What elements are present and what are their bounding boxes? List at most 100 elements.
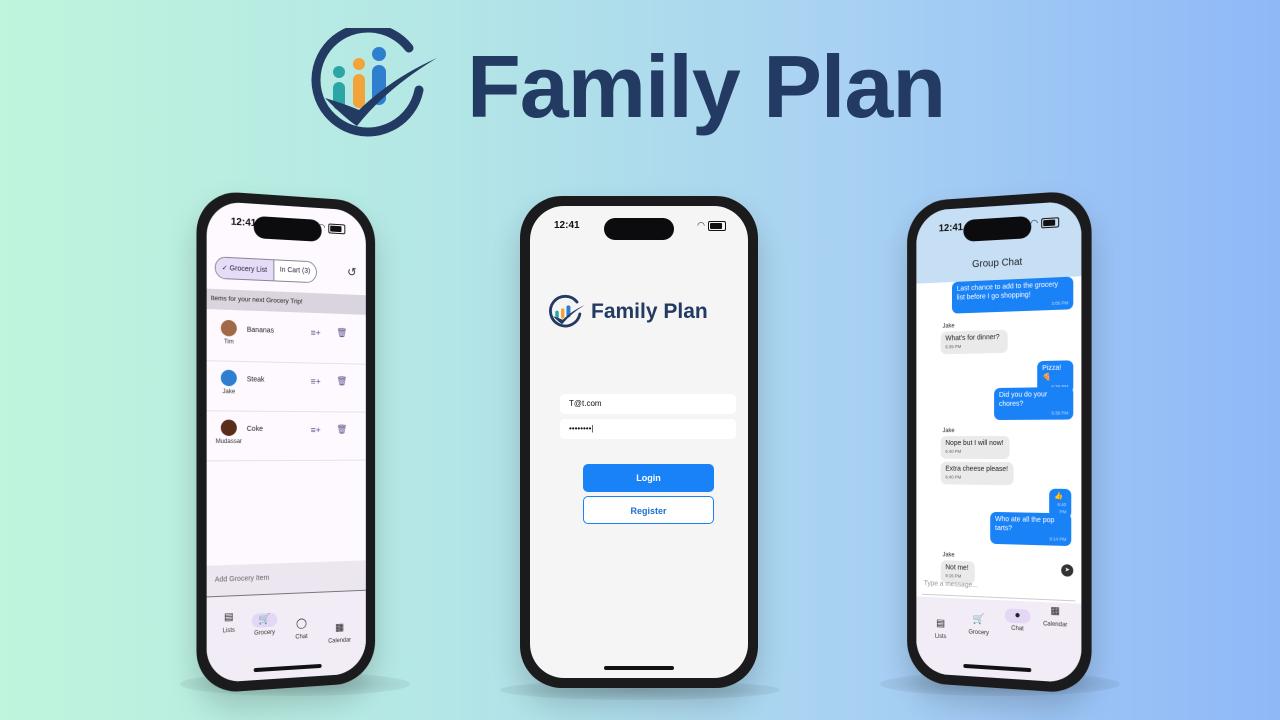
- nav-label: Lists: [934, 633, 947, 641]
- nav-calendar[interactable]: ▦ Calendar: [321, 620, 359, 645]
- dynamic-island: [963, 215, 1032, 242]
- home-indicator: [604, 666, 674, 670]
- status-icons: ◠: [697, 220, 726, 231]
- clipboard-icon: ▤: [936, 617, 946, 630]
- nav-lists[interactable]: ▤ Lists: [209, 610, 249, 635]
- list-item[interactable]: Tim Bananas ≡+ 🗑: [206, 311, 366, 365]
- chat-title: Group Chat: [972, 256, 1023, 271]
- status-time: 12:41: [230, 216, 257, 230]
- chat-screen: Group Chat 12:41 ◠ Last chance to add to…: [916, 200, 1082, 684]
- nav-label: Calendar: [1043, 621, 1068, 629]
- sender-name: Jake: [942, 323, 955, 330]
- sender-name: Jake: [942, 552, 955, 559]
- nav-lists[interactable]: ▤ Lists: [922, 616, 960, 641]
- nav-label: Chat: [1011, 625, 1024, 633]
- phone-grocery: 12:41 ◠ ✓ Grocery List In Cart (3) ↺ Ite…: [196, 189, 376, 695]
- login-button[interactable]: Login: [583, 464, 714, 492]
- message-text: What's for dinner?: [945, 333, 1000, 343]
- nav-grocery[interactable]: 🛒 Grocery: [960, 612, 998, 637]
- wifi-icon: ◠: [317, 221, 326, 233]
- password-field[interactable]: ••••••••|: [560, 419, 736, 439]
- avatar: [220, 419, 237, 436]
- item-owner: Mudassar: [215, 438, 242, 446]
- register-button[interactable]: Register: [583, 496, 714, 524]
- nav-label: Grocery: [254, 629, 276, 637]
- message-text: Extra cheese please!: [945, 465, 1009, 474]
- nav-calendar[interactable]: ▦ Calendar: [1035, 604, 1075, 629]
- phone-login: 12:41 ◠ Family Plan T@t.com ••••••••| Lo…: [520, 196, 758, 688]
- move-to-cart-icon[interactable]: ≡+: [311, 425, 321, 435]
- battery-icon: [708, 220, 726, 231]
- chat-icon: ◯: [296, 618, 307, 630]
- message-text: 👍: [1054, 492, 1063, 501]
- message-bubble-incoming: What's for dinner? 6:39 PM: [940, 329, 1008, 354]
- item-owner: Jake: [222, 389, 236, 396]
- grocery-segmented-control: ✓ Grocery List In Cart (3): [214, 256, 317, 284]
- segment-in-cart[interactable]: In Cart (3): [272, 260, 316, 283]
- message-bubble-incoming: Nope but I will now! 6:40 PM: [940, 435, 1010, 459]
- list-item[interactable]: Mudassar Coke ≡+ 🗑: [206, 411, 366, 462]
- status-time: 12:41: [938, 222, 963, 235]
- grocery-screen: 12:41 ◠ ✓ Grocery List In Cart (3) ↺ Ite…: [206, 200, 366, 684]
- message-time: 3:05 PM: [1051, 300, 1069, 306]
- dynamic-island: [604, 218, 674, 240]
- nav-grocery[interactable]: 🛒 Grocery: [245, 612, 284, 637]
- calendar-icon: ▦: [1050, 605, 1060, 617]
- cart-icon: 🛒: [972, 613, 985, 626]
- message-bubble-incoming: Extra cheese please! 6:40 PM: [940, 461, 1014, 485]
- brand-name: Family Plan: [467, 37, 946, 136]
- message-bubble-outgoing: Who ate all the pop tarts? 9:14 PM: [990, 511, 1072, 547]
- item-owner: Tim: [223, 339, 234, 346]
- message-time: 9:14 PM: [1049, 536, 1067, 542]
- battery-icon: [328, 222, 346, 234]
- wifi-icon: ◠: [1030, 217, 1039, 229]
- login-logo-text: Family Plan: [591, 300, 708, 323]
- login-logo: Family Plan: [545, 294, 745, 334]
- item-name: Coke: [246, 425, 263, 433]
- message-time: 6:39 PM: [1051, 410, 1069, 416]
- chat-icon: ●: [1004, 608, 1031, 624]
- wifi-icon: ◠: [697, 220, 705, 230]
- message-bubble-outgoing: Last chance to add to the grocery list b…: [951, 276, 1074, 314]
- sender-name: Jake: [942, 428, 955, 435]
- nav-label: Calendar: [328, 637, 352, 645]
- list-item[interactable]: Jake Steak ≡+ 🗑: [206, 361, 366, 413]
- message-text: Not me!: [945, 564, 969, 572]
- status-icons: ◠: [1030, 216, 1060, 229]
- trash-icon[interactable]: 🗑: [336, 328, 347, 339]
- login-screen: 12:41 ◠ Family Plan T@t.com ••••••••| Lo…: [530, 206, 748, 678]
- dynamic-island: [253, 215, 322, 242]
- cart-icon: 🛒: [251, 612, 278, 628]
- message-time: 6:39 PM: [945, 344, 962, 350]
- trash-icon[interactable]: 🗑: [336, 424, 347, 435]
- message-time: 6:40 PM: [945, 449, 962, 455]
- grocery-banner: Items for your next Grocery Trip!: [206, 288, 366, 315]
- nav-label: Grocery: [968, 629, 989, 637]
- item-name: Bananas: [246, 326, 275, 335]
- message-bubble-outgoing: Did you do your chores? 6:39 PM: [994, 386, 1074, 420]
- segment-grocery-list[interactable]: ✓ Grocery List: [215, 257, 273, 281]
- move-to-cart-icon[interactable]: ≡+: [311, 376, 321, 386]
- nav-label: Chat: [295, 633, 308, 641]
- avatar: [220, 369, 237, 387]
- family-plan-logo: [549, 294, 585, 328]
- nav-chat[interactable]: ● Chat: [998, 608, 1037, 633]
- history-icon[interactable]: ↺: [347, 265, 356, 279]
- nav-label: Lists: [222, 627, 236, 635]
- item-name: Steak: [246, 376, 265, 384]
- message-text: Did you do your chores?: [998, 391, 1048, 409]
- brand-header: Family Plan: [297, 28, 997, 138]
- email-field[interactable]: T@t.com: [560, 394, 736, 414]
- message-time: 6:40 PM: [945, 474, 962, 481]
- message-text: Nope but I will now!: [945, 439, 1004, 448]
- message-text: Who ate all the pop tarts?: [995, 515, 1055, 533]
- battery-icon: [1041, 216, 1060, 228]
- phone-chat: Group Chat 12:41 ◠ Last chance to add to…: [907, 189, 1092, 695]
- status-time: 12:41: [554, 220, 580, 231]
- nav-chat[interactable]: ◯ Chat: [282, 616, 321, 641]
- chat-header: Group Chat: [916, 200, 1082, 284]
- send-icon[interactable]: ➤: [1061, 564, 1074, 577]
- trash-icon[interactable]: 🗑: [336, 376, 347, 387]
- calendar-icon: ▦: [335, 622, 345, 634]
- move-to-cart-icon[interactable]: ≡+: [311, 328, 321, 338]
